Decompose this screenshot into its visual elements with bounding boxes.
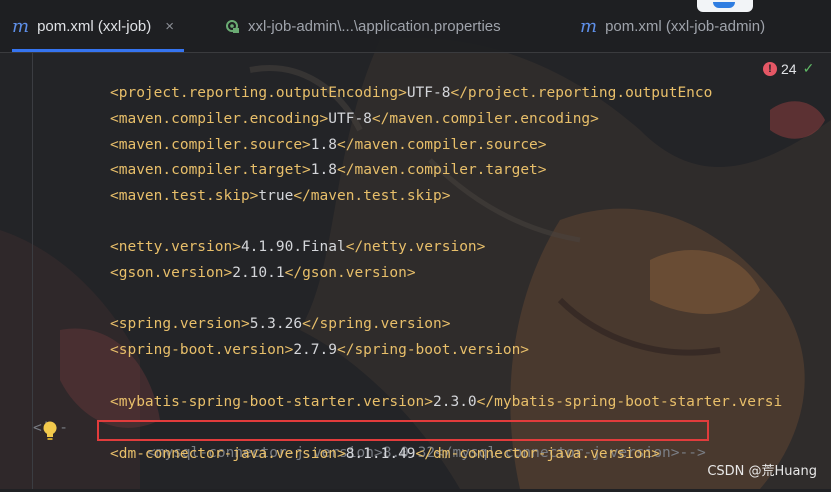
tab-label: xxl-job-admin\...\application.properties (248, 17, 501, 35)
tab-label: pom.xml (xxl-job) (37, 17, 152, 35)
code-line[interactable]: <spring.version>5.3.26</spring.version> (0, 287, 831, 332)
close-icon[interactable]: × (165, 18, 174, 35)
maven-m-icon: m (580, 15, 598, 37)
code-line[interactable]: <spring-boot.version>2.7.9</spring-boot.… (0, 313, 831, 358)
code-line[interactable]: <maven.compiler.encoding>UTF-8</maven.co… (0, 82, 831, 127)
check-icon: ✓ (802, 60, 815, 76)
highlight-box (97, 420, 709, 441)
code-editor[interactable]: <project.reporting.outputEncoding>UTF-8<… (0, 53, 831, 489)
properties-gear-icon (226, 20, 239, 33)
error-count: 24 (781, 60, 797, 77)
maven-m-icon: m (12, 15, 30, 37)
lightbulb-icon[interactable] (41, 420, 59, 442)
floating-toolbar-icon[interactable] (697, 0, 753, 12)
comment-line[interactable]: <!-- <mysql-connector-j.version>8.0.32</… (0, 391, 831, 461)
code-line[interactable]: <mybatis-spring-boot-starter.version>2.3… (0, 365, 831, 410)
error-icon: ! (763, 61, 777, 76)
tab-label: pom.xml (xxl-job-admin) (605, 17, 766, 35)
code-line[interactable]: <maven.test.skip>true</maven.test.skip> (0, 159, 831, 204)
code-line[interactable]: <maven.compiler.source>1.8</maven.compil… (0, 108, 831, 153)
code-line[interactable]: <project.reporting.outputEncoding>UTF-8<… (0, 56, 831, 101)
watermark: CSDN @荒Huang (707, 464, 817, 479)
tab-pom-xxl-job[interactable]: m pom.xml (xxl-job) × (12, 0, 185, 52)
inspections-widget[interactable]: ! 24 ✓ (763, 60, 814, 77)
code-line[interactable]: <gson.version>2.10.1</gson.version> (0, 236, 831, 281)
code-line[interactable]: <netty.version>4.1.90.Final</netty.versi… (0, 210, 831, 255)
tab-application-properties[interactable]: xxl-job-admin\...\application.properties (224, 0, 501, 52)
code-line[interactable]: <maven.compiler.target>1.8</maven.compil… (0, 133, 831, 178)
editor-tab-bar: m pom.xml (xxl-job) × xxl-job-admin\...\… (0, 0, 831, 53)
